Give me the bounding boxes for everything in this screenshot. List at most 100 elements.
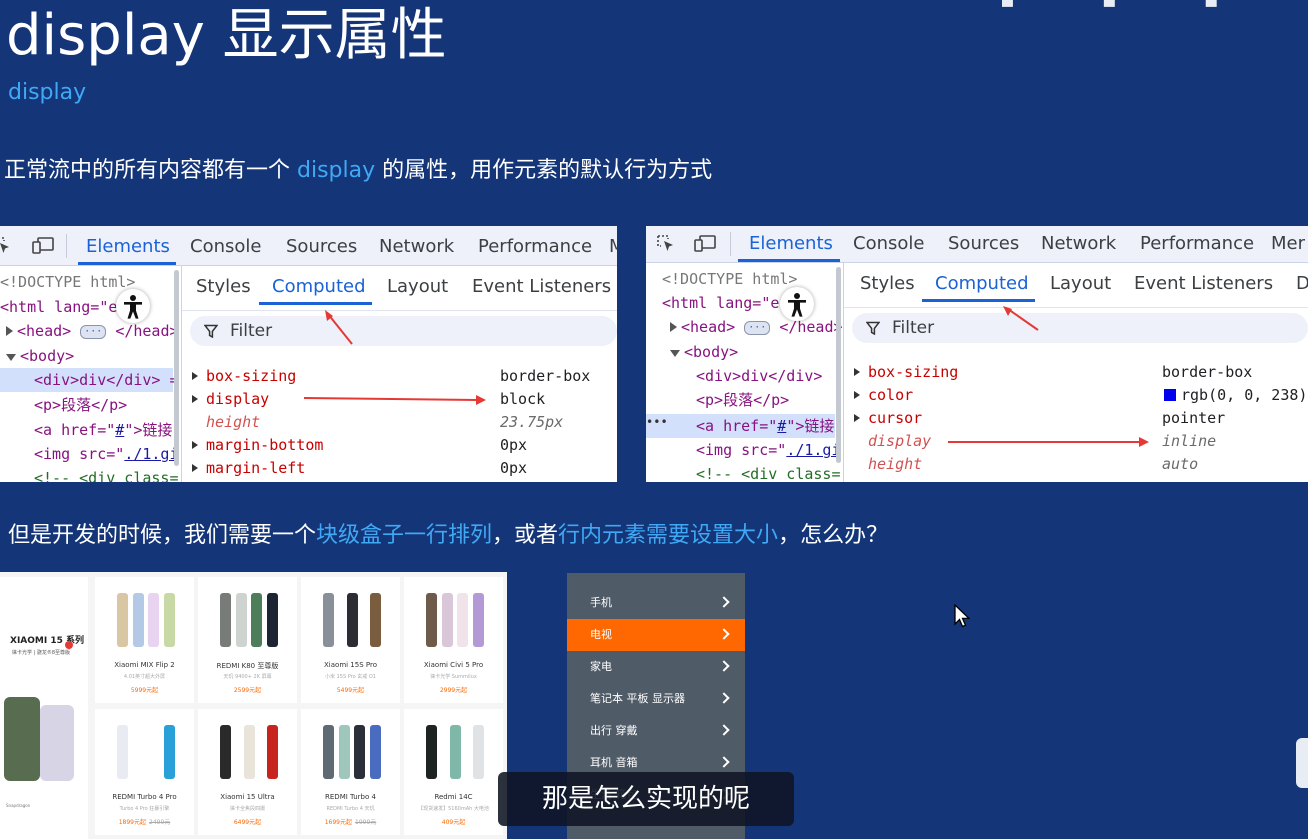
arrow-to-computed (325, 310, 353, 345)
product-card[interactable]: Xiaomi 15S Pro 小米 15S Pro 玄戒 O1 5499元起 (301, 577, 400, 703)
phone-silhouette (251, 593, 263, 647)
product-card[interactable]: REDMI Turbo 4 Pro Turbo 4 Pro 狂暴引擎 1899元起 2… (95, 709, 194, 835)
phone-silhouette (148, 593, 160, 647)
chevron-right-icon (718, 724, 730, 736)
phone-silhouette (370, 593, 381, 647)
category-item[interactable]: 家电 (567, 651, 745, 683)
question-sentence: 但是开发的时候，我们需要一个块级盒子一行排列，或者行内元素需要设置大小，怎么办？ (8, 517, 888, 549)
corner-decoration: ▪ ▪ ▪ (1000, 0, 1259, 13)
phone-silhouette (164, 725, 175, 779)
product-price-row: 2599元起 (198, 685, 297, 694)
product-name: REDMI K80 至尊版 (216, 662, 279, 670)
product-name: REDMI Turbo 4 Pro (112, 793, 177, 801)
product-desc: 徕卡全焦段四摄 (229, 806, 265, 812)
question-highlight-1: 块级盒子一行排列 (316, 523, 493, 548)
product-image (117, 593, 175, 647)
category-item[interactable]: 电视 (567, 619, 745, 651)
category-item[interactable]: 出行 穿戴 (567, 715, 745, 747)
phone-silhouette (117, 593, 128, 647)
product-image (117, 725, 175, 779)
product-name: Xiaomi 15 Ultra (220, 793, 275, 801)
product-image (426, 725, 484, 779)
product-name: Xiaomi Civi 5 Pro (423, 661, 484, 669)
slide-subtitle: display (8, 80, 87, 105)
product-image (426, 593, 484, 647)
product-desc: 4.01英寸超大外屏 (123, 674, 166, 680)
question-text-3: ，怎么办？ (778, 523, 889, 548)
phone-silhouette (354, 725, 366, 779)
arrow-to-computed (1003, 306, 1039, 331)
product-price-row: 2999元起 (404, 685, 503, 694)
category-label: 出行 穿戴 (590, 724, 638, 737)
intro-sentence: 正常流中的所有内容都有一个 display 的属性，用作元素的默认行为方式 (4, 152, 712, 184)
intro-highlight: display (297, 158, 376, 183)
product-card[interactable]: REDMI K80 至尊版 天玑 9400+ 2K 屏幕 2599元起 (198, 577, 297, 703)
chevron-right-icon (718, 596, 730, 608)
product-name: REDMI Turbo 4 (325, 793, 376, 801)
product-price: 1699元起 (324, 819, 352, 826)
question-text-1: 但是开发的时候，我们需要一个 (8, 523, 317, 548)
side-edge-tab[interactable] (1296, 738, 1308, 788)
product-price-row: 5499元起 (301, 685, 400, 694)
slide-title: display 显示属性 (6, 3, 447, 68)
devtools-panel-right: Elements Console Sources Network Perform… (646, 226, 1308, 482)
product-card[interactable]: Xiaomi Civi 5 Pro 徕卡光学 Summilux 2999元起 (404, 577, 503, 703)
phone-silhouette (473, 725, 484, 779)
intro-text: 正常流中的所有内容都有一个 (4, 158, 297, 183)
chevron-right-icon (718, 660, 730, 672)
category-label: 耳机 音箱 (590, 756, 638, 769)
phone-silhouette (449, 725, 461, 779)
phone-silhouette (441, 593, 453, 647)
phone-silhouette (426, 593, 437, 647)
product-price: 2599元起 (233, 687, 262, 694)
product-card[interactable]: Xiaomi MIX Flip 2 4.01英寸超大外屏 5999元起 (95, 577, 194, 703)
product-card[interactable]: Redmi 14C 【现货速发】5160mAh 大电池 409元起 (404, 709, 503, 835)
arrow-to-block (303, 395, 486, 405)
phone-silhouette (132, 593, 144, 647)
category-label: 电视 (590, 628, 612, 641)
product-price-row: 1699元起 1999元 (301, 817, 400, 826)
product-desc: 【现货速发】5160mAh 大电池 (418, 806, 489, 812)
product-price-row: 409元起 (404, 817, 503, 826)
category-item[interactable]: 手机 (567, 587, 745, 619)
product-name: Xiaomi 15S Pro (324, 661, 377, 669)
promo-subtitle: 徕卡光学 | 骁龙®8至尊版 (12, 650, 71, 656)
chevron-right-icon (718, 756, 730, 768)
phone-silhouette (473, 593, 484, 647)
annotation-arrows (948, 306, 1149, 447)
promo-banner[interactable]: XIAOMI 15 系列 徕卡光学 | 骁龙®8至尊版 Snapdragon (0, 577, 88, 839)
phone-silhouette (164, 593, 175, 647)
intro-text-end: 的属性，用作元素的默认行为方式 (375, 158, 713, 183)
product-price: 1899元起 (118, 819, 146, 826)
product-card[interactable]: REDMI Turbo 4 REDMI Turbo 4 天玑 1699元起 1999元 (301, 709, 400, 835)
product-price-row: 5999元起 (95, 685, 194, 694)
product-desc: 小米 15S Pro 玄戒 O1 (325, 674, 376, 680)
category-label: 笔记本 平板 显示器 (590, 692, 685, 705)
arrow-to-inline (948, 437, 1149, 447)
category-item[interactable]: 笔记本 平板 显示器 (567, 683, 745, 715)
product-image (220, 593, 278, 647)
annotation-arrows (303, 310, 486, 405)
phone-silhouette (323, 725, 334, 779)
product-old-price: 1999元 (355, 819, 377, 826)
product-grid: XIAOMI 15 系列 徕卡光学 | 骁龙®8至尊版 Snapdragon X… (0, 572, 507, 839)
product-image (323, 725, 381, 779)
product-image (323, 593, 381, 647)
question-text-2: ，或者 (492, 523, 559, 548)
product-old-price: 2499元 (149, 819, 171, 826)
phone-silhouette (346, 593, 358, 647)
phone-silhouette (235, 593, 247, 647)
promo-phone-image (40, 705, 74, 781)
promo-badge (65, 641, 73, 649)
product-price-row: 6499元起 (198, 817, 297, 826)
product-price-row: 1899元起 2499元 (95, 817, 194, 826)
product-desc: Turbo 4 Pro 狂暴引擎 (119, 806, 170, 812)
product-price: 409元起 (441, 819, 466, 826)
mouse-cursor-icon (954, 604, 970, 628)
phone-silhouette (220, 725, 231, 779)
promo-footnote: Snapdragon (6, 803, 31, 808)
product-card[interactable]: Xiaomi 15 Ultra 徕卡全焦段四摄 6499元起 (198, 709, 297, 835)
question-highlight-2: 行内元素需要设置大小 (558, 523, 779, 548)
phone-silhouette (323, 593, 334, 647)
product-price: 5499元起 (336, 687, 365, 694)
